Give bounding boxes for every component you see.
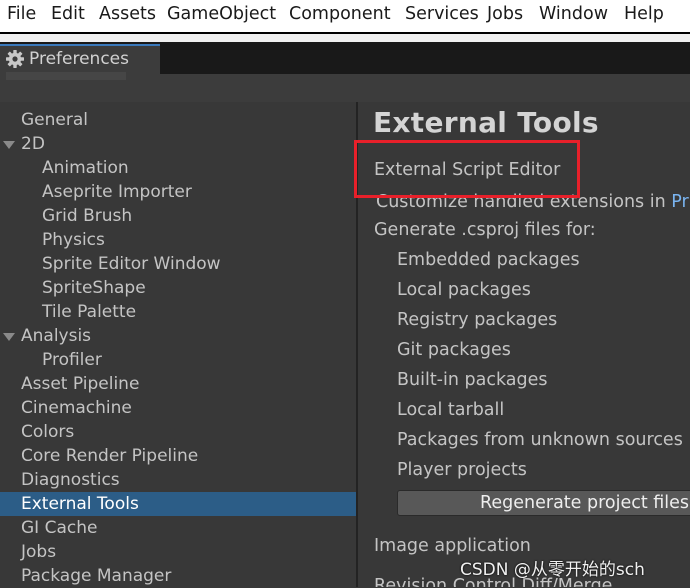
option-built-in-packages[interactable]: Built-in packages	[397, 370, 548, 390]
sidebar-item-label: Tile Palette	[42, 302, 137, 322]
search-field-partial[interactable]	[6, 72, 126, 80]
menu-services[interactable]: Services	[405, 4, 479, 24]
sidebar-item-label: Core Render Pipeline	[21, 446, 199, 466]
sidebar-item-label: Package Manager	[21, 566, 172, 586]
sidebar-item-label: Physics	[42, 230, 105, 250]
sidebar-item-sprite-editor-window[interactable]: Sprite Editor Window	[0, 252, 356, 276]
menu-file[interactable]: File	[7, 4, 36, 24]
menu-jobs[interactable]: Jobs	[487, 4, 523, 24]
sidebar-item-label: Diagnostics	[21, 470, 120, 490]
option-registry-packages[interactable]: Registry packages	[397, 310, 557, 330]
sidebar-item-package-manager[interactable]: Package Manager	[0, 564, 356, 588]
page-title: External Tools	[373, 106, 599, 139]
sidebar-item-label: Colors	[21, 422, 75, 442]
watermark: CSDN @从零开始的sch	[460, 560, 645, 580]
sidebar-item-profiler[interactable]: Profiler	[0, 348, 356, 372]
sidebar-item-cinemachine[interactable]: Cinemachine	[0, 396, 356, 420]
preferences-sidebar: General 2D Animation Aseprite Importer G…	[0, 102, 356, 587]
sidebar-item-label: Cinemachine	[21, 398, 132, 418]
sidebar-item-label: Asset Pipeline	[21, 374, 140, 394]
sidebar-item-grid-brush[interactable]: Grid Brush	[0, 204, 356, 228]
menu-window[interactable]: Window	[539, 4, 608, 24]
sidebar-item-tile-palette[interactable]: Tile Palette	[0, 300, 356, 324]
sidebar-item-label: External Tools	[21, 494, 139, 514]
gear-icon	[6, 50, 24, 68]
generate-csproj-label: Generate .csproj files for:	[374, 220, 596, 240]
menu-edit[interactable]: Edit	[51, 4, 85, 24]
sidebar-item-label: Grid Brush	[42, 206, 133, 226]
sidebar-item-asset-pipeline[interactable]: Asset Pipeline	[0, 372, 356, 396]
sidebar-item-core-render-pipeline[interactable]: Core Render Pipeline	[0, 444, 356, 468]
menu-component[interactable]: Component	[289, 4, 391, 24]
sidebar-item-physics[interactable]: Physics	[0, 228, 356, 252]
sidebar-item-label: Jobs	[21, 542, 57, 562]
sidebar-item-jobs[interactable]: Jobs	[0, 540, 356, 564]
sidebar-item-colors[interactable]: Colors	[0, 420, 356, 444]
window-gap	[0, 34, 690, 42]
option-git-packages[interactable]: Git packages	[397, 340, 511, 360]
option-embedded-packages[interactable]: Embedded packages	[397, 250, 580, 270]
sidebar-item-gi-cache[interactable]: GI Cache	[0, 516, 356, 540]
preferences-toolbar	[0, 72, 690, 102]
sidebar-item-label: Aseprite Importer	[42, 182, 192, 202]
sidebar-item-label: Analysis	[21, 326, 92, 346]
project-settings-link[interactable]: Pr	[671, 192, 688, 212]
option-local-packages[interactable]: Local packages	[397, 280, 531, 300]
sidebar-item-general[interactable]: General	[0, 108, 356, 132]
option-local-tarball[interactable]: Local tarball	[397, 400, 504, 420]
sidebar-item-label: SpriteShape	[42, 278, 146, 298]
image-application-label: Image application	[374, 536, 531, 556]
sidebar-item-2d[interactable]: 2D	[0, 132, 356, 156]
regenerate-project-files-button[interactable]: Regenerate project files	[397, 490, 690, 516]
sidebar-item-label: General	[21, 110, 88, 130]
sidebar-item-aseprite-importer[interactable]: Aseprite Importer	[0, 180, 356, 204]
sidebar-item-external-tools[interactable]: External Tools	[0, 492, 356, 516]
sidebar-item-label: Animation	[42, 158, 129, 178]
highlight-box	[354, 140, 580, 198]
sidebar-item-spriteshape[interactable]: SpriteShape	[0, 276, 356, 300]
option-unknown-sources[interactable]: Packages from unknown sources	[397, 430, 683, 450]
sidebar-item-label: Sprite Editor Window	[42, 254, 221, 274]
expand-arrow-icon[interactable]	[3, 333, 15, 341]
sidebar-item-label: Profiler	[42, 350, 102, 370]
sidebar-item-analysis[interactable]: Analysis	[0, 324, 356, 348]
sidebar-item-animation[interactable]: Animation	[0, 156, 356, 180]
tab-title: Preferences	[29, 49, 129, 69]
menu-bar: File Edit Assets GameObject Component Se…	[0, 0, 690, 32]
expand-arrow-icon[interactable]	[3, 141, 15, 149]
tab-preferences[interactable]: Preferences	[0, 44, 160, 74]
option-player-projects[interactable]: Player projects	[397, 460, 527, 480]
menu-assets[interactable]: Assets	[99, 4, 156, 24]
menu-help[interactable]: Help	[624, 4, 664, 24]
sidebar-item-diagnostics[interactable]: Diagnostics	[0, 468, 356, 492]
sidebar-item-label: GI Cache	[21, 518, 98, 538]
menu-gameobject[interactable]: GameObject	[167, 4, 276, 24]
sidebar-item-label: 2D	[21, 134, 45, 154]
